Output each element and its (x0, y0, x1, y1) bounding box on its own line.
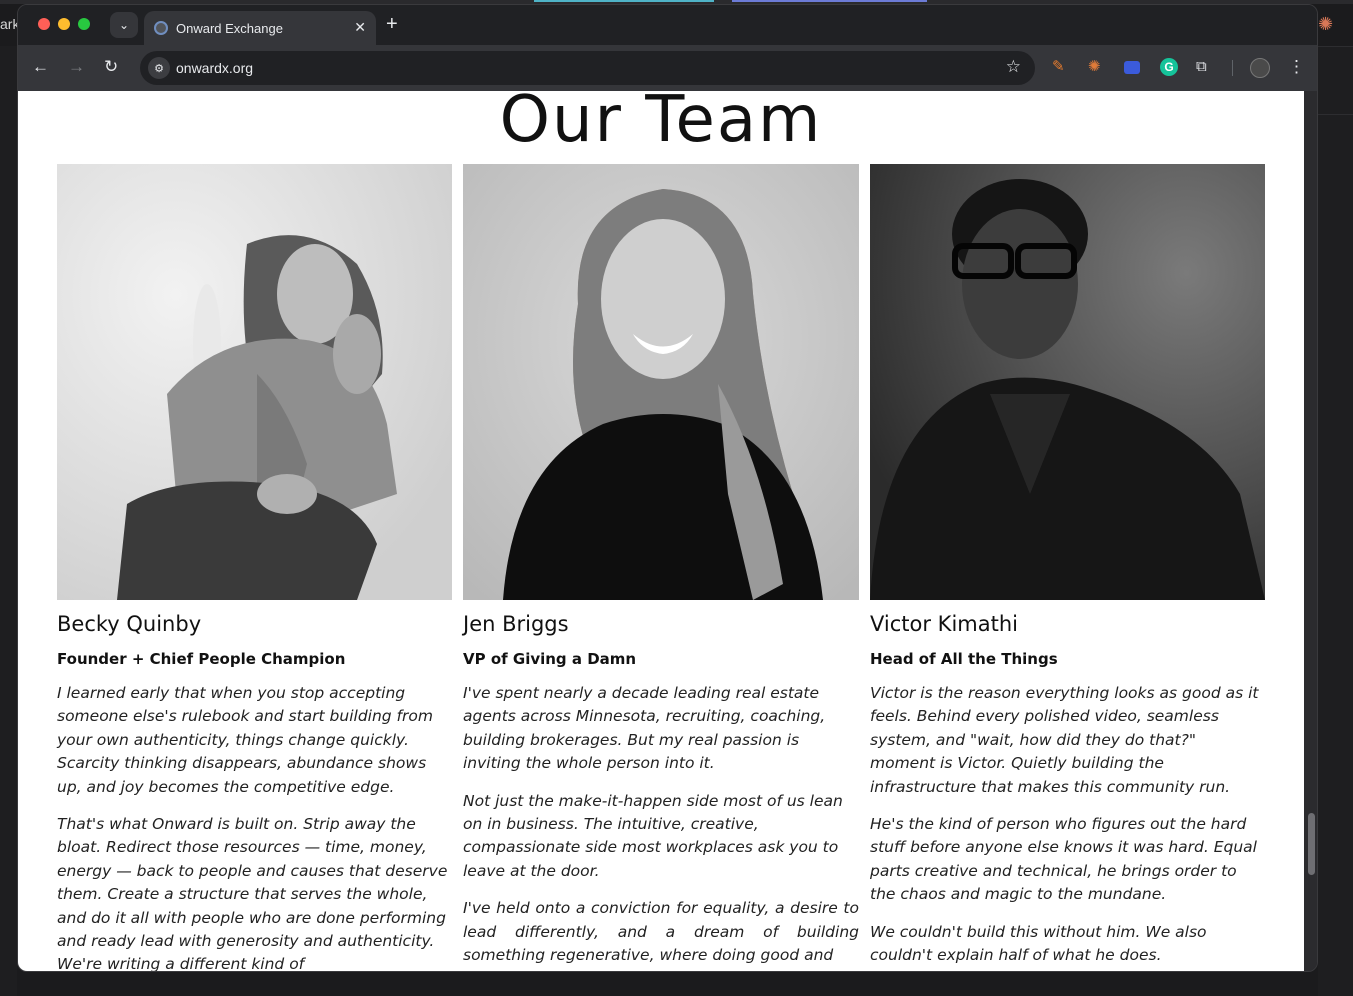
member-role: VP of Giving a Damn (463, 650, 637, 668)
background-window-text: arke (0, 16, 18, 32)
maximize-window-button[interactable] (78, 18, 90, 30)
close-window-button[interactable] (38, 18, 50, 30)
member-photo (463, 164, 859, 600)
address-bar[interactable]: ⚙ onwardx.org ☆ (140, 51, 1035, 85)
page-title: Our Team (499, 91, 823, 157)
browser-toolbar: ← → ↻ ⚙ onwardx.org ☆ ✎ ✺ G ⧉ ⋮ (18, 45, 1317, 91)
background-divider (1318, 114, 1353, 115)
member-photo (870, 164, 1265, 600)
site-info-icon[interactable]: ⚙ (148, 57, 170, 79)
tab-search-button[interactable]: ⌄ (110, 12, 138, 38)
site-favicon-icon (154, 21, 168, 35)
bio-paragraph: We couldn't build this without him. We a… (870, 922, 1207, 965)
folder-extension-icon[interactable] (1124, 61, 1140, 74)
member-role: Founder + Chief People Champion (57, 650, 346, 668)
bio-paragraph: I've spent nearly a decade leading real … (463, 684, 826, 773)
tab-bar: ⌄ Onward Exchange ✕ + (18, 5, 1317, 45)
bio-paragraph: I've held onto a conviction for equality… (463, 899, 859, 965)
pen-extension-icon[interactable]: ✎ (1052, 58, 1065, 76)
page-scrollbar[interactable] (1304, 91, 1317, 971)
bio-paragraph: Victor is the reason everything looks as… (870, 684, 1259, 796)
url-text[interactable]: onwardx.org (176, 60, 253, 76)
bio-paragraph: That's what Onward is built on. Strip aw… (57, 815, 448, 972)
close-tab-icon[interactable]: ✕ (354, 19, 366, 36)
bio-paragraph: I learned early that when you stop accep… (57, 684, 433, 796)
reload-icon[interactable]: ↻ (104, 57, 118, 77)
browser-window: ⌄ Onward Exchange ✕ + ← → ↻ ⚙ onwardx.or… (17, 4, 1318, 972)
member-bio: I learned early that when you stop accep… (57, 682, 452, 972)
member-name: Victor Kimathi (870, 612, 1018, 636)
member-bio: I've spent nearly a decade leading real … (463, 682, 859, 967)
team-member-card: Becky Quinby Founder + Chief People Cham… (57, 164, 452, 972)
new-tab-button[interactable]: + (386, 14, 398, 34)
claude-extension-icon[interactable]: ✺ (1088, 58, 1101, 76)
profile-avatar[interactable] (1250, 58, 1270, 78)
background-window (1318, 46, 1353, 996)
toolbar-divider (1232, 60, 1233, 76)
scrollbar-thumb[interactable] (1308, 813, 1315, 875)
background-window (0, 46, 17, 996)
member-role: Head of All the Things (870, 650, 1058, 668)
extensions-puzzle-icon[interactable]: ⧉ (1196, 58, 1207, 76)
tab-title: Onward Exchange (176, 21, 283, 36)
bookmark-star-icon[interactable]: ☆ (1006, 57, 1021, 77)
team-member-card: Jen Briggs VP of Giving a Damn I've spen… (463, 164, 859, 967)
bio-paragraph: He's the kind of person who figures out … (870, 815, 1257, 904)
grammarly-icon[interactable]: G (1160, 58, 1178, 76)
team-member-card: Victor Kimathi Head of All the Things Vi… (870, 164, 1265, 967)
back-arrow-icon[interactable]: ← (32, 57, 49, 77)
kebab-menu-icon[interactable]: ⋮ (1288, 57, 1305, 77)
claude-icon[interactable]: ✺ (1318, 14, 1333, 35)
forward-arrow-icon[interactable]: → (68, 57, 85, 77)
chevron-down-icon: ⌄ (118, 18, 130, 32)
page-viewport: Our Team Becky Quinby Founder + Chief Pe… (18, 91, 1304, 972)
bio-paragraph: Not just the make-it-happen side most of… (463, 791, 843, 880)
desktop-accent-bar (534, 0, 714, 2)
minimize-window-button[interactable] (58, 18, 70, 30)
desktop-accent-bar (732, 0, 927, 2)
member-photo (57, 164, 452, 600)
member-name: Jen Briggs (463, 612, 569, 636)
member-bio: Victor is the reason everything looks as… (870, 682, 1265, 967)
member-name: Becky Quinby (57, 612, 202, 636)
tab-onward-exchange[interactable]: Onward Exchange ✕ (144, 11, 376, 45)
